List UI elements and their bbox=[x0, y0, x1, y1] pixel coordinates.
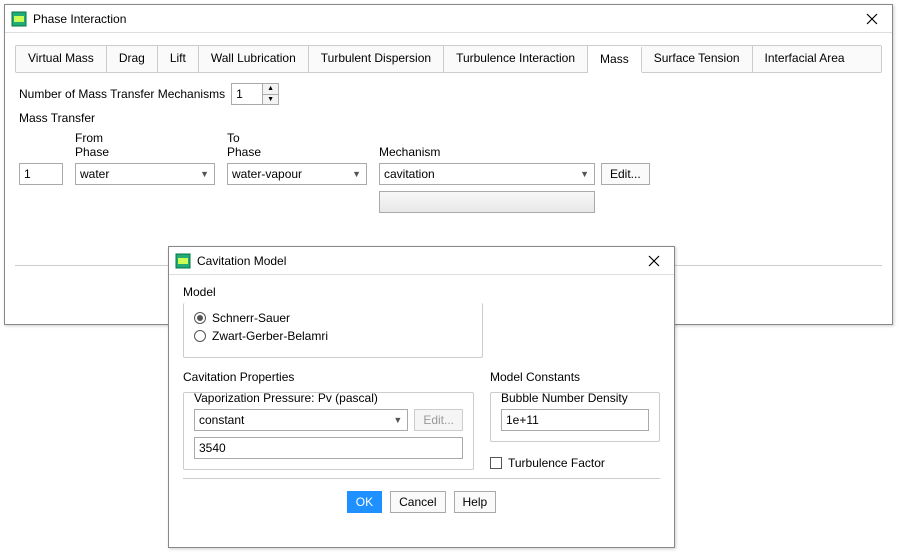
app-icon bbox=[11, 11, 27, 27]
close-button[interactable] bbox=[640, 247, 668, 275]
chevron-down-icon: ▼ bbox=[390, 415, 405, 425]
from-phase-dropdown[interactable]: water ▼ bbox=[75, 163, 215, 185]
model-label: Model bbox=[183, 285, 660, 299]
titlebar: Cavitation Model bbox=[169, 247, 674, 275]
chevron-down-icon: ▼ bbox=[197, 169, 212, 179]
tab-interfacial-area[interactable]: Interfacial Area bbox=[753, 46, 881, 72]
pv-mode-value: constant bbox=[199, 413, 244, 427]
divider bbox=[183, 478, 660, 479]
bubble-label: Bubble Number Density bbox=[501, 391, 649, 405]
pv-mode-dropdown[interactable]: constant ▼ bbox=[194, 409, 408, 431]
checkbox-icon bbox=[490, 457, 502, 469]
mechanism-secondary-slot bbox=[379, 191, 595, 213]
radio-icon bbox=[194, 312, 206, 324]
tab-lift[interactable]: Lift bbox=[158, 46, 199, 72]
close-button[interactable] bbox=[858, 5, 886, 33]
pv-value-input[interactable] bbox=[194, 437, 463, 459]
tab-virtual-mass[interactable]: Virtual Mass bbox=[16, 46, 107, 72]
mass-transfer-label: Mass Transfer bbox=[19, 111, 878, 125]
spinner-down[interactable]: ▼ bbox=[263, 95, 278, 105]
num-mechanisms-input[interactable] bbox=[231, 83, 263, 105]
tab-surface-tension[interactable]: Surface Tension bbox=[642, 46, 753, 72]
radio-zwart-gerber-belamri[interactable]: Zwart-Gerber-Belamri bbox=[194, 329, 472, 343]
tab-mass[interactable]: Mass bbox=[588, 47, 642, 73]
spinner-up[interactable]: ▲ bbox=[263, 84, 278, 95]
tab-drag[interactable]: Drag bbox=[107, 46, 158, 72]
from-phase-value: water bbox=[80, 167, 109, 181]
app-icon bbox=[175, 253, 191, 269]
header-to-2: Phase bbox=[227, 145, 367, 159]
mechanism-dropdown[interactable]: cavitation ▼ bbox=[379, 163, 595, 185]
ok-button[interactable]: OK bbox=[347, 491, 382, 513]
row-index: 1 bbox=[19, 163, 63, 185]
tab-turbulence-interaction[interactable]: Turbulence Interaction bbox=[444, 46, 588, 72]
tab-bar: Virtual Mass Drag Lift Wall Lubrication … bbox=[15, 45, 882, 73]
radio-icon bbox=[194, 330, 206, 342]
dialog-title: Phase Interaction bbox=[33, 12, 858, 26]
tab-wall-lubrication[interactable]: Wall Lubrication bbox=[199, 46, 309, 72]
model-constants-label: Model Constants bbox=[490, 370, 660, 384]
tab-turbulent-dispersion[interactable]: Turbulent Dispersion bbox=[309, 46, 444, 72]
mechanism-value: cavitation bbox=[384, 167, 435, 181]
cancel-button[interactable]: Cancel bbox=[390, 491, 445, 513]
num-mechanisms-spinner[interactable]: ▲ ▼ bbox=[231, 83, 279, 105]
turbulence-factor-checkbox[interactable]: Turbulence Factor bbox=[490, 456, 660, 470]
header-from-2: Phase bbox=[75, 145, 215, 159]
chevron-down-icon: ▼ bbox=[577, 169, 592, 179]
radio-label: Schnerr-Sauer bbox=[212, 311, 290, 325]
dialog-title: Cavitation Model bbox=[197, 254, 640, 268]
cavitation-properties-label: Cavitation Properties bbox=[183, 370, 474, 384]
header-mechanism: Mechanism bbox=[379, 145, 595, 159]
chevron-down-icon: ▼ bbox=[349, 169, 364, 179]
radio-schnerr-sauer[interactable]: Schnerr-Sauer bbox=[194, 311, 472, 325]
titlebar: Phase Interaction bbox=[5, 5, 892, 33]
num-mechanisms-label: Number of Mass Transfer Mechanisms bbox=[19, 87, 225, 101]
bubble-value-input[interactable] bbox=[501, 409, 649, 431]
header-from-1: From bbox=[75, 131, 215, 145]
to-phase-value: water-vapour bbox=[232, 167, 302, 181]
radio-label: Zwart-Gerber-Belamri bbox=[212, 329, 328, 343]
pv-edit-button: Edit... bbox=[414, 409, 463, 431]
to-phase-dropdown[interactable]: water-vapour ▼ bbox=[227, 163, 367, 185]
help-button[interactable]: Help bbox=[454, 491, 497, 513]
checkbox-label: Turbulence Factor bbox=[508, 456, 605, 470]
header-to-1: To bbox=[227, 131, 367, 145]
cavitation-model-dialog: Cavitation Model Model Schnerr-Sauer Zwa… bbox=[168, 246, 675, 548]
mechanism-edit-button[interactable]: Edit... bbox=[601, 163, 650, 185]
mass-panel: Number of Mass Transfer Mechanisms ▲ ▼ M… bbox=[5, 73, 892, 223]
pv-label: Vaporization Pressure: Pv (pascal) bbox=[194, 391, 463, 405]
